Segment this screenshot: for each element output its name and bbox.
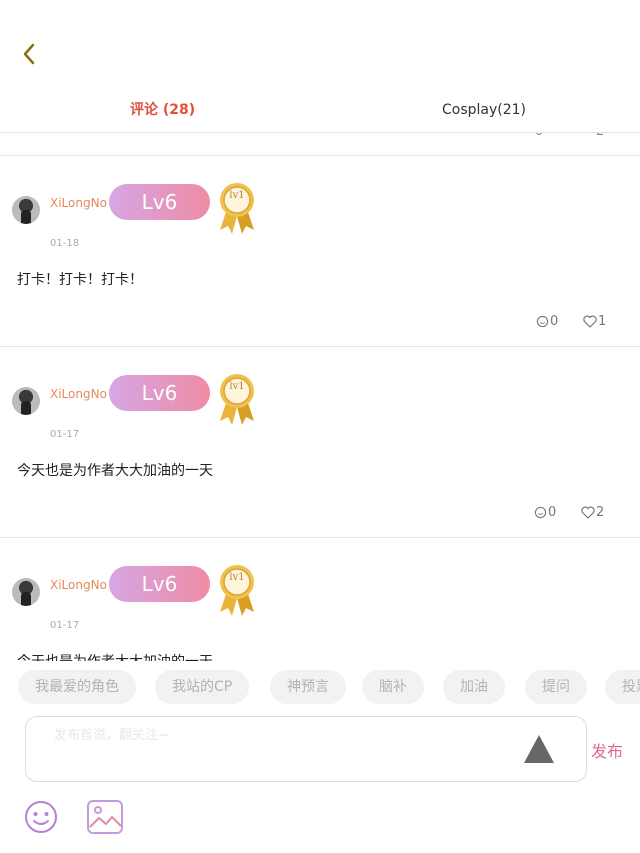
chip-vote[interactable]: 投票 <box>605 670 640 704</box>
heart-icon <box>583 315 597 328</box>
medal-icon: lv1 <box>216 564 258 618</box>
publish-button[interactable]: 发布 <box>591 738 623 762</box>
level-badge: Lv6 <box>109 566 210 602</box>
username[interactable]: XiLongNo <box>50 387 107 401</box>
post-date: 01-17 <box>50 620 80 631</box>
post-date: 01-18 <box>50 238 80 249</box>
back-chevron-icon[interactable] <box>16 40 44 68</box>
like-count: 2 <box>596 133 604 139</box>
like-count: 2 <box>596 505 605 520</box>
medal-label: lv1 <box>229 572 245 583</box>
previous-post-tail: 0 2 <box>0 133 640 156</box>
like-button[interactable]: 2 <box>581 505 604 523</box>
level-badge: Lv6 <box>109 375 210 411</box>
comment-post: XiLongNo Lv6 lv1 01-17 今天也是为作者大大加油的一天 0 … <box>0 347 640 538</box>
medal-label: lv1 <box>229 381 245 392</box>
comment-feed[interactable]: 0 2 XiLongNo Lv6 lv1 01-18 打卡！打卡！打卡！ 0 1… <box>0 133 640 661</box>
post-content: 打卡！打卡！打卡！ <box>17 272 143 288</box>
level-badge: Lv6 <box>109 184 210 220</box>
comment-count: 0 <box>548 505 557 520</box>
tab-comments[interactable]: 评论 (28) <box>130 92 195 128</box>
chip-headcanon[interactable]: 脑补 <box>362 670 424 704</box>
smiley-icon[interactable] <box>24 800 58 834</box>
header: 评论 (28) Cosplay(21) <box>0 0 640 133</box>
medal-icon: lv1 <box>216 182 258 236</box>
avatar[interactable] <box>12 387 40 415</box>
comment-composer <box>25 716 587 782</box>
avatar[interactable] <box>12 578 40 606</box>
medal-label: lv1 <box>229 190 245 201</box>
tab-cosplay[interactable]: Cosplay(21) <box>442 92 526 128</box>
image-icon[interactable] <box>86 798 124 836</box>
comment-post: XiLongNo Lv6 lv1 01-18 打卡！打卡！打卡！ 0 1 <box>0 156 640 347</box>
comment-bubble-icon <box>536 315 549 328</box>
chip-question[interactable]: 提问 <box>525 670 587 704</box>
quick-tag-bar: 我最爱的角色 我站的CP 神预言 脑补 加油 提问 投票 <box>0 670 640 706</box>
chip-cheer[interactable]: 加油 <box>443 670 505 704</box>
comment-input[interactable] <box>52 723 516 747</box>
chip-my-cp[interactable]: 我站的CP <box>155 670 250 704</box>
comment-count: 0 <box>550 314 559 329</box>
comment-post: XiLongNo Lv6 lv1 01-17 今天也是为作者大大加油的一天 <box>0 538 640 661</box>
comment-count: 0 <box>535 133 543 139</box>
triangle-send-icon[interactable] <box>523 733 555 765</box>
username[interactable]: XiLongNo <box>50 578 107 592</box>
comment-bubble-icon <box>534 506 547 519</box>
tab-bar: 评论 (28) Cosplay(21) <box>0 92 640 133</box>
heart-icon <box>581 506 595 519</box>
chip-favorite-character[interactable]: 我最爱的角色 <box>18 670 136 704</box>
avatar[interactable] <box>12 196 40 224</box>
post-date: 01-17 <box>50 429 80 440</box>
medal-icon: lv1 <box>216 373 258 427</box>
comment-button[interactable]: 0 <box>534 505 556 523</box>
like-count: 1 <box>598 314 607 329</box>
post-content: 今天也是为作者大大加油的一天 <box>17 463 213 479</box>
post-content: 今天也是为作者大大加油的一天 <box>17 651 213 661</box>
like-button[interactable]: 1 <box>583 314 606 332</box>
username[interactable]: XiLongNo <box>50 196 107 210</box>
chip-prophecy[interactable]: 神预言 <box>270 670 346 704</box>
comment-button[interactable]: 0 <box>536 314 558 332</box>
